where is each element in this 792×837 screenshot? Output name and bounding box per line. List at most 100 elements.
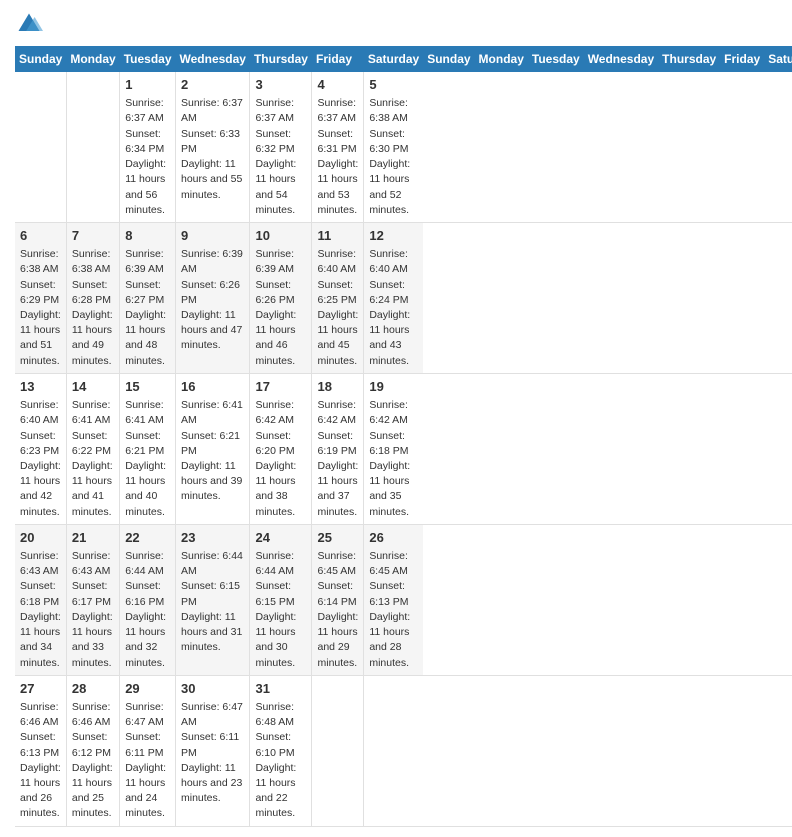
day-info: Sunrise: 6:37 AM Sunset: 6:32 PM Dayligh… xyxy=(255,96,306,218)
day-info: Sunrise: 6:37 AM Sunset: 6:33 PM Dayligh… xyxy=(181,96,244,203)
week-row-3: 13Sunrise: 6:40 AM Sunset: 6:23 PM Dayli… xyxy=(15,373,792,524)
day-number: 10 xyxy=(255,227,306,245)
day-number: 14 xyxy=(72,378,114,396)
day-cell: 26 Sunrise: 6:45 AM Sunset: 6:13 PM Dayli… xyxy=(364,524,423,675)
day-cell: 28Sunrise: 6:46 AM Sunset: 6:12 PM Dayli… xyxy=(66,675,119,826)
day-number: 22 xyxy=(125,529,170,547)
day-info: Sunrise: 6:38 AM Sunset: 6:29 PM Dayligh… xyxy=(20,247,61,369)
day-cell xyxy=(312,675,364,826)
logo xyxy=(15,10,47,38)
day-info: Sunrise: 6:40 AM Sunset: 6:23 PM Dayligh… xyxy=(20,398,61,520)
day-number: 18 xyxy=(317,378,358,396)
day-cell: 7 Sunrise: 6:38 AM Sunset: 6:28 PM Daylig… xyxy=(66,222,119,373)
col-header-saturday: Saturday xyxy=(764,46,792,72)
day-cell xyxy=(66,72,119,222)
day-number: 15 xyxy=(125,378,170,396)
day-info: Sunrise: 6:39 AM Sunset: 6:27 PM Dayligh… xyxy=(125,247,170,369)
day-info: Sunrise: 6:47 AM Sunset: 6:11 PM Dayligh… xyxy=(125,700,170,822)
day-number: 9 xyxy=(181,227,244,245)
day-info: Sunrise: 6:44 AM Sunset: 6:15 PM Dayligh… xyxy=(255,549,306,671)
day-number: 6 xyxy=(20,227,61,245)
header-friday: Friday xyxy=(312,46,364,72)
col-header-monday: Monday xyxy=(475,46,528,72)
day-info: Sunrise: 6:41 AM Sunset: 6:21 PM Dayligh… xyxy=(181,398,244,505)
day-number: 27 xyxy=(20,680,61,698)
day-number: 29 xyxy=(125,680,170,698)
day-info: Sunrise: 6:42 AM Sunset: 6:19 PM Dayligh… xyxy=(317,398,358,520)
day-info: Sunrise: 6:44 AM Sunset: 6:16 PM Dayligh… xyxy=(125,549,170,671)
header-monday: Monday xyxy=(66,46,119,72)
day-info: Sunrise: 6:41 AM Sunset: 6:21 PM Dayligh… xyxy=(125,398,170,520)
day-cell: 24 Sunrise: 6:44 AM Sunset: 6:15 PM Dayli… xyxy=(250,524,312,675)
day-number: 31 xyxy=(255,680,306,698)
col-header-tuesday: Tuesday xyxy=(528,46,584,72)
day-cell: 2 Sunrise: 6:37 AM Sunset: 6:33 PM Daylig… xyxy=(176,72,250,222)
day-number: 5 xyxy=(369,76,418,94)
day-cell: 15 Sunrise: 6:41 AM Sunset: 6:21 PM Dayli… xyxy=(120,373,176,524)
day-info: Sunrise: 6:39 AM Sunset: 6:26 PM Dayligh… xyxy=(255,247,306,369)
week-row-4: 20Sunrise: 6:43 AM Sunset: 6:18 PM Dayli… xyxy=(15,524,792,675)
day-number: 26 xyxy=(369,529,418,547)
day-cell: 1Sunrise: 6:37 AM Sunset: 6:34 PM Daylig… xyxy=(120,72,176,222)
day-info: Sunrise: 6:37 AM Sunset: 6:31 PM Dayligh… xyxy=(317,96,358,218)
day-number: 20 xyxy=(20,529,61,547)
day-cell: 14 Sunrise: 6:41 AM Sunset: 6:22 PM Dayli… xyxy=(66,373,119,524)
header-wednesday: Wednesday xyxy=(176,46,250,72)
day-number: 12 xyxy=(369,227,418,245)
day-cell: 13Sunrise: 6:40 AM Sunset: 6:23 PM Dayli… xyxy=(15,373,66,524)
day-cell: 4 Sunrise: 6:37 AM Sunset: 6:31 PM Daylig… xyxy=(312,72,364,222)
day-cell: 3 Sunrise: 6:37 AM Sunset: 6:32 PM Daylig… xyxy=(250,72,312,222)
week-row-2: 6 Sunrise: 6:38 AM Sunset: 6:29 PM Daylig… xyxy=(15,222,792,373)
day-cell: 9 Sunrise: 6:39 AM Sunset: 6:26 PM Daylig… xyxy=(176,222,250,373)
day-number: 17 xyxy=(255,378,306,396)
day-number: 3 xyxy=(255,76,306,94)
day-number: 16 xyxy=(181,378,244,396)
day-cell: 20Sunrise: 6:43 AM Sunset: 6:18 PM Dayli… xyxy=(15,524,66,675)
day-number: 2 xyxy=(181,76,244,94)
day-info: Sunrise: 6:38 AM Sunset: 6:30 PM Dayligh… xyxy=(369,96,418,218)
header-tuesday: Tuesday xyxy=(120,46,176,72)
header-sunday: Sunday xyxy=(15,46,66,72)
day-cell: 31 Sunrise: 6:48 AM Sunset: 6:10 PM Dayli… xyxy=(250,675,312,826)
day-cell: 27 Sunrise: 6:46 AM Sunset: 6:13 PM Dayli… xyxy=(15,675,66,826)
day-cell: 29 Sunrise: 6:47 AM Sunset: 6:11 PM Dayli… xyxy=(120,675,176,826)
day-cell: 11Sunrise: 6:40 AM Sunset: 6:25 PM Dayli… xyxy=(312,222,364,373)
calendar-header-row: SundayMondayTuesdayWednesdayThursdayFrid… xyxy=(15,46,792,72)
day-cell: 19Sunrise: 6:42 AM Sunset: 6:18 PM Dayli… xyxy=(364,373,423,524)
day-info: Sunrise: 6:46 AM Sunset: 6:13 PM Dayligh… xyxy=(20,700,61,822)
day-info: Sunrise: 6:38 AM Sunset: 6:28 PM Dayligh… xyxy=(72,247,114,369)
day-number: 21 xyxy=(72,529,114,547)
day-info: Sunrise: 6:40 AM Sunset: 6:24 PM Dayligh… xyxy=(369,247,418,369)
day-cell: 12 Sunrise: 6:40 AM Sunset: 6:24 PM Dayli… xyxy=(364,222,423,373)
day-number: 24 xyxy=(255,529,306,547)
day-cell: 30 Sunrise: 6:47 AM Sunset: 6:11 PM Dayli… xyxy=(176,675,250,826)
day-cell: 8 Sunrise: 6:39 AM Sunset: 6:27 PM Daylig… xyxy=(120,222,176,373)
day-number: 25 xyxy=(317,529,358,547)
day-number: 1 xyxy=(125,76,170,94)
day-cell: 22 Sunrise: 6:44 AM Sunset: 6:16 PM Dayli… xyxy=(120,524,176,675)
day-number: 8 xyxy=(125,227,170,245)
col-header-sunday: Sunday xyxy=(423,46,474,72)
page-header xyxy=(15,10,777,38)
col-header-thursday: Thursday xyxy=(658,46,720,72)
day-number: 4 xyxy=(317,76,358,94)
day-cell: 5 Sunrise: 6:38 AM Sunset: 6:30 PM Daylig… xyxy=(364,72,423,222)
day-cell: 10 Sunrise: 6:39 AM Sunset: 6:26 PM Dayli… xyxy=(250,222,312,373)
header-saturday: Saturday xyxy=(364,46,423,72)
day-info: Sunrise: 6:47 AM Sunset: 6:11 PM Dayligh… xyxy=(181,700,244,807)
day-cell: 6 Sunrise: 6:38 AM Sunset: 6:29 PM Daylig… xyxy=(15,222,66,373)
day-number: 19 xyxy=(369,378,418,396)
col-header-wednesday: Wednesday xyxy=(584,46,658,72)
day-cell: 25Sunrise: 6:45 AM Sunset: 6:14 PM Dayli… xyxy=(312,524,364,675)
day-info: Sunrise: 6:48 AM Sunset: 6:10 PM Dayligh… xyxy=(255,700,306,822)
day-number: 30 xyxy=(181,680,244,698)
day-info: Sunrise: 6:40 AM Sunset: 6:25 PM Dayligh… xyxy=(317,247,358,369)
day-info: Sunrise: 6:41 AM Sunset: 6:22 PM Dayligh… xyxy=(72,398,114,520)
day-number: 28 xyxy=(72,680,114,698)
day-info: Sunrise: 6:39 AM Sunset: 6:26 PM Dayligh… xyxy=(181,247,244,354)
day-number: 7 xyxy=(72,227,114,245)
day-number: 23 xyxy=(181,529,244,547)
day-info: Sunrise: 6:43 AM Sunset: 6:17 PM Dayligh… xyxy=(72,549,114,671)
day-cell: 16 Sunrise: 6:41 AM Sunset: 6:21 PM Dayli… xyxy=(176,373,250,524)
day-info: Sunrise: 6:45 AM Sunset: 6:13 PM Dayligh… xyxy=(369,549,418,671)
